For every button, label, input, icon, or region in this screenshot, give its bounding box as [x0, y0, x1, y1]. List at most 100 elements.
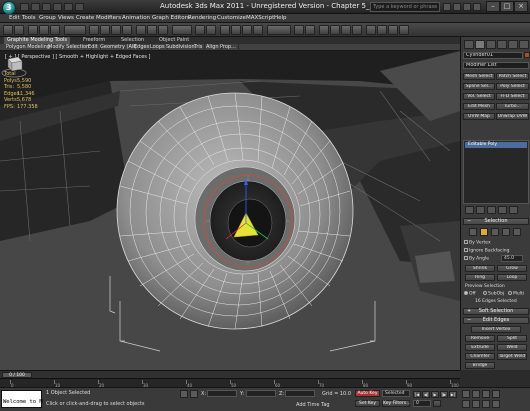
target-weld-button[interactable]: Target Weld	[497, 353, 527, 360]
unlink-icon[interactable]	[39, 25, 49, 35]
element-mode-icon[interactable]	[513, 228, 521, 236]
orbit-icon[interactable]	[482, 400, 490, 408]
modify-tab-icon[interactable]	[475, 40, 485, 49]
ring-button[interactable]: Ring	[465, 274, 495, 281]
move-icon[interactable]	[136, 25, 146, 35]
goto-end-icon[interactable]: ▶|	[449, 391, 457, 398]
ignore-backfacing-checkbox[interactable]: Ignore Backfacing	[464, 248, 509, 254]
zoom-all-icon[interactable]	[472, 390, 480, 398]
search-input[interactable]: Type a keyword or phrase	[370, 2, 440, 12]
y-coordinate-field[interactable]	[246, 390, 276, 397]
rendered-frame-window-icon[interactable]	[388, 25, 398, 35]
percent-snap-icon[interactable]	[242, 25, 252, 35]
lock-selection-icon[interactable]	[180, 390, 188, 398]
next-frame-icon[interactable]: |▶	[440, 391, 448, 398]
object-name-field[interactable]: Cylinder01	[463, 52, 523, 59]
edge-mode-icon[interactable]	[480, 228, 488, 236]
modifier-stack[interactable]: Editable Poly	[463, 140, 529, 204]
layer-manager-icon[interactable]	[319, 25, 329, 35]
rotate-icon[interactable]	[147, 25, 157, 35]
spinner-snap-icon[interactable]	[253, 25, 263, 35]
menu-rendering[interactable]: Rendering	[188, 15, 216, 21]
render-setup-icon[interactable]	[377, 25, 387, 35]
time-configuration-icon[interactable]	[433, 400, 441, 407]
selection-rollout[interactable]: − Selection	[463, 218, 529, 225]
project-folder-icon[interactable]	[75, 3, 84, 11]
bridge-button[interactable]: Bridge	[465, 362, 495, 369]
new-file-icon[interactable]	[20, 3, 29, 11]
play-icon[interactable]: ▶	[431, 391, 439, 398]
weld-button[interactable]: Weld	[497, 344, 527, 351]
zoom-extents-all-icon[interactable]	[492, 390, 500, 398]
object-color-swatch[interactable]	[524, 52, 530, 58]
absolute-mode-icon[interactable]	[190, 390, 198, 398]
patch-select-button[interactable]: Patch Select	[496, 73, 529, 80]
spline-select-button[interactable]: Spline Sel...	[463, 83, 495, 90]
tab-object-paint[interactable]: Object Paint	[156, 37, 192, 44]
set-key-button[interactable]: Set Key	[355, 400, 380, 407]
track-bar[interactable]: 0 10 20 30 40 50 60 70 80 90 100	[0, 378, 460, 388]
key-mode-dropdown[interactable]: Selected	[382, 390, 410, 397]
x-coordinate-field[interactable]	[207, 390, 237, 397]
vol-select-button[interactable]: Vol. Select	[463, 93, 495, 100]
app-menu-icon[interactable]: 3	[2, 1, 16, 15]
communication-center-icon[interactable]	[463, 3, 471, 11]
vertex-mode-icon[interactable]	[469, 228, 477, 236]
graphite-toggle-icon[interactable]	[330, 25, 340, 35]
menu-animation[interactable]: Animation	[122, 15, 150, 21]
preview-off-radio[interactable]: Off	[464, 291, 476, 297]
ffd-select-button[interactable]: FFD Select	[496, 93, 529, 100]
tab-freeform[interactable]: Freeform	[80, 37, 108, 44]
bind-space-warp-icon[interactable]	[50, 25, 60, 35]
configure-modifier-sets-icon[interactable]	[509, 206, 518, 214]
menu-graph-editors[interactable]: Graph Editors	[152, 15, 190, 21]
window-crossing-icon[interactable]	[122, 25, 132, 35]
remove-modifier-icon[interactable]	[498, 206, 507, 214]
field-of-view-icon[interactable]	[462, 400, 470, 408]
menu-modifiers[interactable]: Modifiers	[96, 15, 121, 21]
curve-editor-icon[interactable]	[341, 25, 351, 35]
menu-group[interactable]: Group	[39, 15, 56, 21]
viewcube-icon[interactable]	[0, 51, 28, 79]
zoom-icon[interactable]	[462, 390, 470, 398]
remove-button[interactable]: Remove	[465, 335, 495, 342]
chamfer-button[interactable]: Chamfer	[465, 353, 495, 360]
polygon-mode-icon[interactable]	[502, 228, 510, 236]
material-editor-icon[interactable]	[366, 25, 376, 35]
show-end-result-icon[interactable]	[476, 206, 485, 214]
by-vertex-checkbox[interactable]: By Vertex	[464, 240, 491, 246]
mesh-select-button[interactable]: Mesh Select	[463, 73, 495, 80]
menu-views[interactable]: Views	[58, 15, 74, 21]
scale-icon[interactable]	[158, 25, 168, 35]
save-file-icon[interactable]	[42, 3, 51, 11]
unwrap-uvw-button[interactable]: Unwrap UVW	[496, 113, 529, 120]
manipulate-icon[interactable]	[206, 25, 216, 35]
display-tab-icon[interactable]	[508, 40, 518, 49]
tab-selection[interactable]: Selection	[118, 37, 147, 44]
angle-value-input[interactable]: 45.0	[501, 255, 523, 262]
soft-selection-rollout[interactable]: + Soft Selection	[463, 308, 529, 315]
goto-start-icon[interactable]: |◀	[413, 391, 421, 398]
snaps-toggle-icon[interactable]	[220, 25, 230, 35]
tire-mesh[interactable]	[116, 92, 354, 330]
maxscript-listener-text[interactable]: Welcome to M	[3, 399, 43, 408]
make-unique-icon[interactable]	[487, 206, 496, 214]
undo-icon[interactable]	[3, 25, 13, 35]
insert-vertex-button[interactable]: Insert Vertex	[471, 326, 521, 333]
previous-frame-icon[interactable]: ◀|	[422, 391, 430, 398]
motion-tab-icon[interactable]	[497, 40, 507, 49]
modifier-list-dropdown[interactable]: Modifier List	[463, 62, 529, 69]
preview-multi-radio[interactable]: Multi	[508, 291, 524, 297]
schematic-view-icon[interactable]	[352, 25, 362, 35]
search-icon[interactable]	[443, 3, 451, 11]
preview-subobj-radio[interactable]: SubObj	[483, 291, 504, 297]
maximize-viewport-icon[interactable]	[492, 400, 500, 408]
add-time-tag[interactable]: Add Time Tag	[296, 402, 330, 408]
selection-filter-dropdown[interactable]	[64, 25, 86, 35]
key-filters-button[interactable]: Key Filters...	[382, 400, 410, 407]
perspective-viewport[interactable]: [ + ] [ Perspective ] [ Smooth + Highlig…	[0, 51, 460, 370]
link-icon[interactable]	[28, 25, 38, 35]
pivot-center-icon[interactable]	[195, 25, 205, 35]
create-tab-icon[interactable]	[464, 40, 474, 49]
select-by-name-icon[interactable]	[100, 25, 110, 35]
